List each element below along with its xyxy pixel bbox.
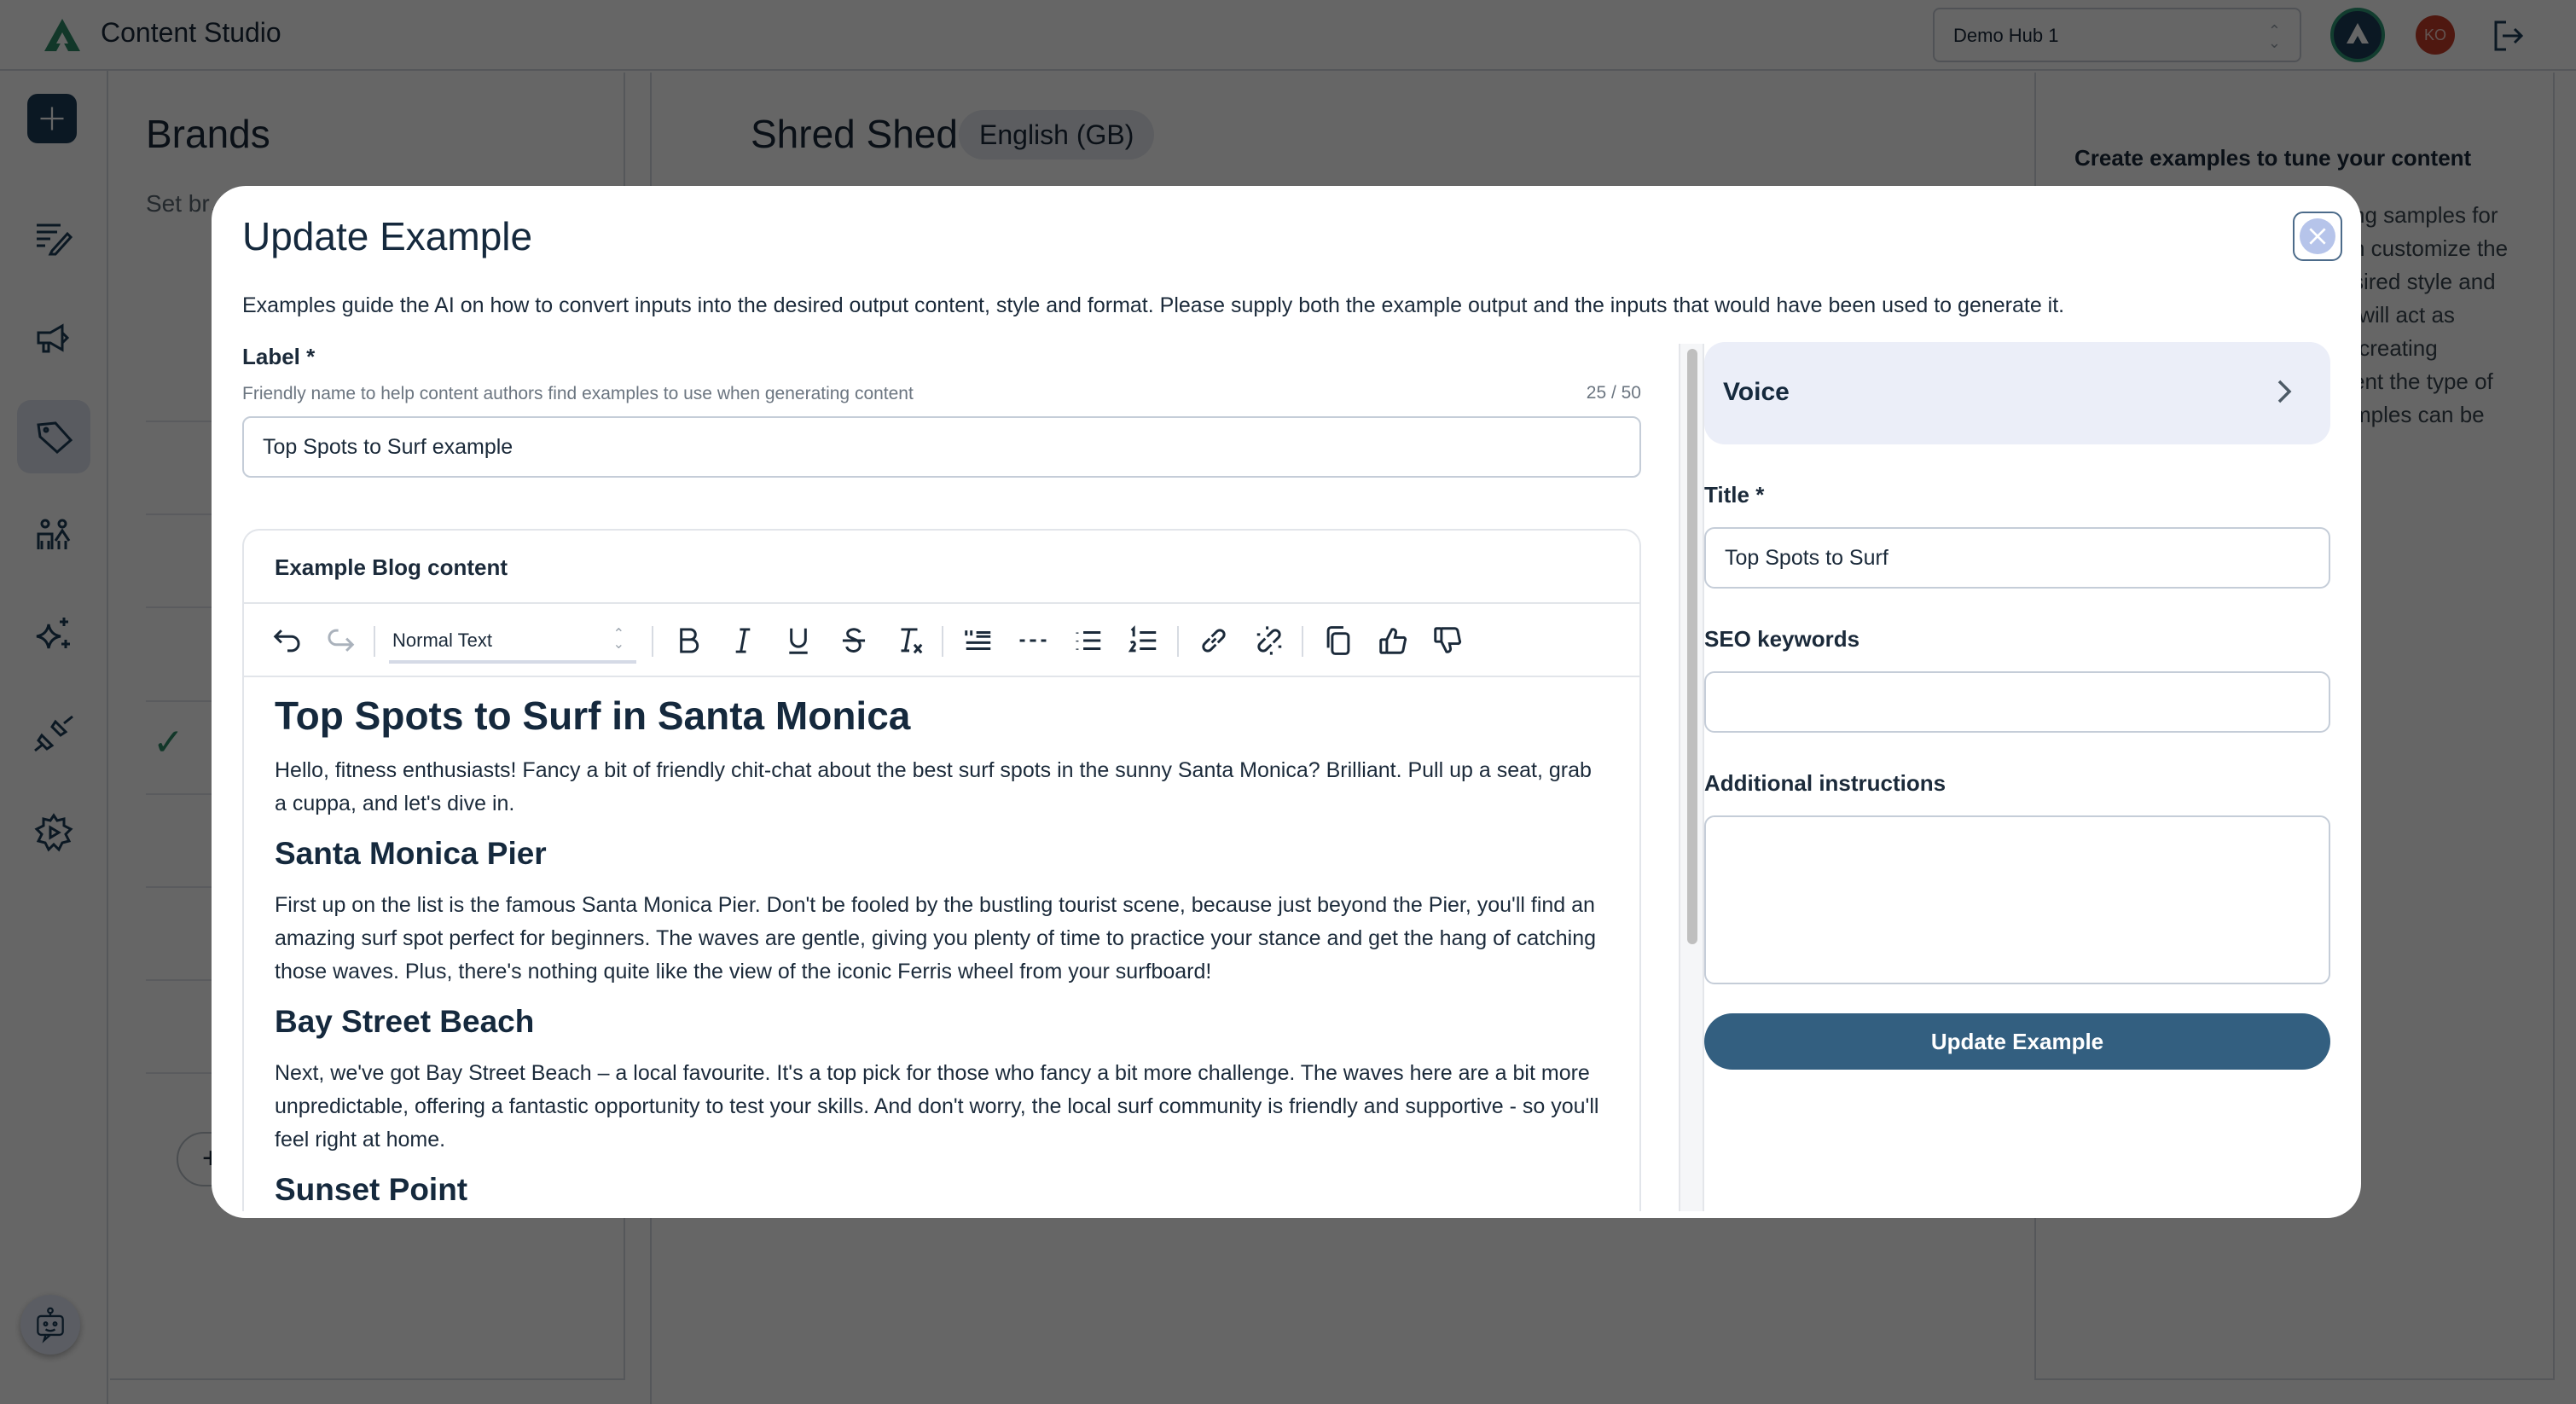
thumbs-down-button[interactable] (1428, 621, 1467, 660)
blockquote-button[interactable] (959, 621, 998, 660)
content-paragraph: Hello, fitness enthusiasts! Fancy a bit … (275, 758, 1592, 815)
italic-icon (735, 628, 751, 653)
editor-content[interactable]: Top Spots to Surf in Santa Monica Hello,… (244, 677, 1639, 1208)
toolbar-divider (1177, 626, 1179, 657)
copy-button[interactable] (1319, 621, 1358, 660)
clear-format-icon (901, 628, 923, 654)
link-button[interactable] (1194, 621, 1233, 660)
horizontal-rule-button[interactable] (1013, 621, 1053, 660)
blockquote-icon (965, 630, 991, 650)
rich-text-editor: Example Blog content Normal Text ⌃ ⌄ Top… (242, 529, 1641, 1211)
modal-description: Examples guide the AI on how to convert … (242, 293, 2065, 317)
content-paragraph: First up on the list is the famous Santa… (275, 893, 1597, 983)
additional-instructions-label: Additional instructions (1704, 770, 1947, 796)
modal-title: Update Example (242, 214, 533, 258)
bold-icon (680, 628, 699, 653)
label-field-label: Label * (242, 344, 316, 369)
content-heading: Top Spots to Surf in Santa Monica (275, 693, 911, 738)
toolbar-divider (942, 626, 943, 657)
chevron-right-icon (2277, 380, 2292, 403)
italic-button[interactable] (723, 621, 763, 660)
label-input[interactable]: Top Spots to Surf example (242, 416, 1641, 478)
bullet-list-icon (1076, 631, 1101, 650)
bullet-list-button[interactable] (1069, 621, 1108, 660)
thumbs-up-button[interactable] (1373, 621, 1413, 660)
strikethrough-button[interactable] (834, 621, 873, 660)
example-inputs-column: Voice Title * Top Spots to Surf SEO keyw… (1704, 342, 2330, 1070)
numbered-list-icon (1128, 625, 1157, 653)
undo-icon (273, 629, 300, 653)
editor-toolbar: Normal Text ⌃ ⌄ (244, 604, 1639, 677)
underline-button[interactable] (779, 621, 818, 660)
text-style-select[interactable]: Normal Text ⌃ ⌄ (389, 621, 636, 664)
example-output-column: Label * Friendly name to help content au… (242, 344, 1641, 478)
editor-label: Example Blog content (244, 531, 1639, 604)
update-example-button[interactable]: Update Example (1704, 1013, 2330, 1070)
redo-button[interactable] (321, 621, 360, 660)
update-example-modal: Update Example Examples guide the AI on … (212, 186, 2361, 1218)
copy-icon (1326, 626, 1350, 655)
underline-icon (789, 628, 808, 654)
chevron-updown-icon: ⌃⌄ (612, 627, 624, 652)
bold-button[interactable] (669, 621, 708, 660)
toolbar-divider (374, 626, 375, 657)
title-field-label: Title * (1704, 482, 1765, 508)
strikethrough-icon (842, 628, 866, 653)
numbered-list-button[interactable] (1124, 621, 1163, 660)
undo-button[interactable] (268, 621, 307, 660)
toolbar-divider (652, 626, 653, 657)
content-subheading: Santa Monica Pier (275, 836, 547, 871)
voice-section-title: Voice (1723, 378, 1790, 406)
thumbs-down-icon (1434, 627, 1462, 653)
modal-scrollbar[interactable] (1679, 344, 1704, 1211)
unlink-button[interactable] (1250, 621, 1289, 660)
toolbar-divider (1302, 626, 1303, 657)
clear-format-button[interactable] (890, 621, 929, 660)
title-input[interactable]: Top Spots to Surf (1704, 527, 2330, 589)
seo-keywords-label: SEO keywords (1704, 626, 1860, 652)
scrollbar-thumb[interactable] (1687, 349, 1697, 944)
thumbs-up-icon (1379, 628, 1407, 654)
link-icon (1202, 629, 1226, 653)
label-char-counter: 25 / 50 (1586, 383, 1641, 403)
additional-instructions-textarea[interactable] (1704, 815, 2330, 984)
unlink-icon (1256, 626, 1282, 655)
content-subheading: Bay Street Beach (275, 1004, 535, 1039)
content-subheading: Sunset Point (275, 1172, 468, 1207)
voice-section-button[interactable]: Voice (1704, 342, 2330, 444)
redo-icon (328, 629, 355, 652)
close-icon (2300, 218, 2335, 254)
text-style-value: Normal Text (392, 629, 492, 651)
close-button[interactable] (2293, 212, 2342, 261)
content-paragraph: Next, we've got Bay Street Beach – a loc… (275, 1061, 1599, 1152)
seo-keywords-input[interactable] (1704, 671, 2330, 733)
label-field-help: Friendly name to help content authors fi… (242, 384, 914, 403)
horizontal-rule-icon (1019, 639, 1047, 642)
